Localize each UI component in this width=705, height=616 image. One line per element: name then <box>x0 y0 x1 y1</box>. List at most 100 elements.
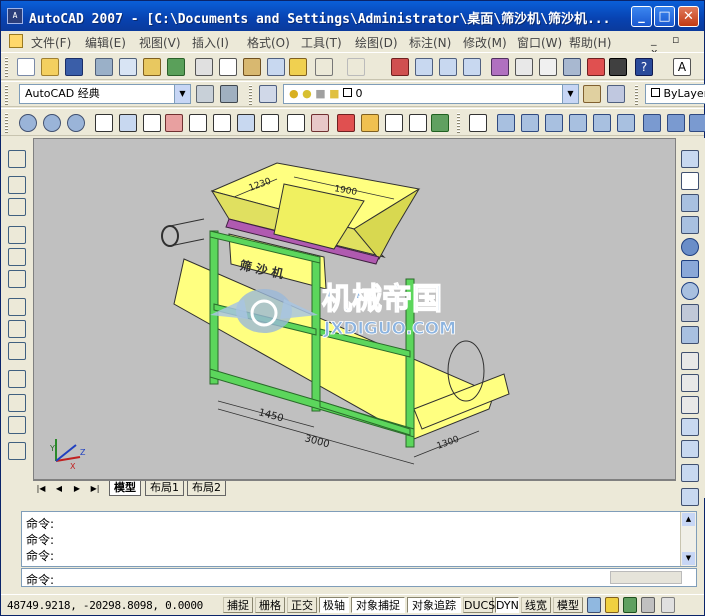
pan-icon[interactable] <box>391 58 409 76</box>
loft-solid-icon[interactable] <box>681 440 699 458</box>
loft-icon[interactable] <box>361 114 379 132</box>
tab-model[interactable]: 模型 <box>109 481 141 496</box>
pyramid-icon[interactable] <box>681 304 699 322</box>
prev-tab-icon[interactable]: ◀ <box>53 483 65 495</box>
zoom-window-icon[interactable] <box>439 58 457 76</box>
free-orbit-icon[interactable] <box>43 114 61 132</box>
box-solid-icon[interactable] <box>681 150 699 168</box>
insert-block-icon[interactable] <box>8 370 26 388</box>
redo-icon[interactable] <box>347 58 365 76</box>
sweep-solid-icon[interactable] <box>681 396 699 414</box>
scroll-up-icon[interactable]: ▲ <box>682 513 695 526</box>
make-current-layer-icon[interactable] <box>583 85 601 103</box>
model-toggle[interactable]: 模型 <box>553 597 583 613</box>
planar-surface-icon[interactable] <box>681 326 699 344</box>
design-center-icon[interactable] <box>515 58 533 76</box>
rectangle-icon[interactable] <box>8 248 26 266</box>
snap-toggle[interactable]: 捕捉 <box>223 597 253 613</box>
osnap-toggle[interactable]: 对象捕捉 <box>351 597 405 613</box>
sun-icon[interactable]: ● <box>302 87 312 100</box>
lineweight-toggle[interactable]: 线宽 <box>521 597 551 613</box>
cube-icon[interactable] <box>681 172 699 190</box>
open-file-icon[interactable] <box>41 58 59 76</box>
sphere-tool-icon[interactable] <box>165 114 183 132</box>
tray-settings-icon[interactable] <box>623 597 637 613</box>
properties-icon[interactable] <box>491 58 509 76</box>
layer-properties-icon[interactable] <box>259 85 277 103</box>
intersect-icon[interactable] <box>431 114 449 132</box>
calculator-icon[interactable] <box>609 58 627 76</box>
line-icon[interactable] <box>8 150 26 168</box>
last-tab-icon[interactable]: ▶| <box>89 483 101 495</box>
workspace-settings-icon[interactable] <box>196 85 214 103</box>
layer-lock-icon[interactable]: ■ <box>315 87 325 100</box>
ne-isometric-icon[interactable] <box>689 114 705 132</box>
clean-screen-icon[interactable] <box>641 597 655 613</box>
wedge-tool-icon[interactable] <box>119 114 137 132</box>
right-view-icon[interactable] <box>569 114 587 132</box>
markup-icon[interactable] <box>587 58 605 76</box>
menu-modify[interactable]: 修改(M) <box>463 34 507 51</box>
workspace-save-icon[interactable] <box>220 85 238 103</box>
tool-palettes-icon[interactable] <box>539 58 557 76</box>
command-history[interactable]: 命令: 命令: 命令: ▲ ▼ <box>21 511 697 567</box>
command-horizontal-scrollbar[interactable] <box>610 571 682 584</box>
back-view-icon[interactable] <box>617 114 635 132</box>
menu-view[interactable]: 视图(V) <box>139 34 181 51</box>
cylinder-icon[interactable] <box>681 260 699 278</box>
copy-icon[interactable] <box>219 58 237 76</box>
color-select[interactable]: ByLayer <box>645 84 705 104</box>
extrude-icon[interactable] <box>287 114 305 132</box>
workspace-select[interactable]: AutoCAD 经典 ▼ <box>19 84 191 104</box>
cut-icon[interactable] <box>195 58 213 76</box>
se-isometric-icon[interactable] <box>667 114 685 132</box>
maximize-button[interactable]: □ <box>654 6 675 27</box>
sw-isometric-icon[interactable] <box>643 114 661 132</box>
toolbar-grip[interactable] <box>5 57 8 77</box>
ducs-toggle[interactable]: DUCS <box>463 597 495 613</box>
menu-dimension[interactable]: 标注(N) <box>409 34 451 51</box>
minimize-button[interactable]: _ <box>631 6 652 27</box>
status-menu-icon[interactable] <box>661 597 675 613</box>
3d-dwf-icon[interactable] <box>167 58 185 76</box>
torus-tool-icon[interactable] <box>213 114 231 132</box>
ucs-icon[interactable] <box>469 114 487 132</box>
sweep-icon[interactable] <box>337 114 355 132</box>
chevron-down-icon[interactable]: ▼ <box>562 85 578 103</box>
cone-tool-icon[interactable] <box>143 114 161 132</box>
paste-icon[interactable] <box>243 58 261 76</box>
otrack-toggle[interactable]: 对象追踪 <box>407 597 461 613</box>
left-view-icon[interactable] <box>545 114 563 132</box>
lightbulb-icon[interactable]: ● <box>289 87 299 100</box>
block-editor-icon[interactable] <box>289 58 307 76</box>
box-tool-icon[interactable] <box>95 114 113 132</box>
make-block-icon[interactable] <box>8 394 26 412</box>
menu-file[interactable]: 文件(F) <box>31 34 71 51</box>
undo-icon[interactable] <box>315 58 333 76</box>
point-icon[interactable] <box>8 416 26 434</box>
toolbar-grip[interactable] <box>249 85 252 105</box>
hatch-icon[interactable] <box>8 442 26 460</box>
toolbar-grip[interactable] <box>635 85 638 105</box>
grid-toggle[interactable]: 栅格 <box>255 597 285 613</box>
ortho-toggle[interactable]: 正交 <box>287 597 317 613</box>
command-input[interactable]: 命令: <box>21 568 697 587</box>
toolbar-grip[interactable] <box>457 113 460 133</box>
text-style-icon[interactable]: A <box>673 58 691 76</box>
slice-icon[interactable] <box>681 464 699 482</box>
subtract-icon[interactable] <box>409 114 427 132</box>
communication-center-icon[interactable] <box>587 597 601 613</box>
torus-icon[interactable] <box>681 282 699 300</box>
new-file-icon[interactable] <box>17 58 35 76</box>
tab-layout1[interactable]: 布局1 <box>145 481 184 496</box>
pyramid-tool-icon[interactable] <box>237 114 255 132</box>
zoom-previous-icon[interactable] <box>463 58 481 76</box>
polygon-icon[interactable] <box>8 226 26 244</box>
drawing-area[interactable]: 1230 1900 1450 3000 1300 筛 沙 机 机械帝国 JXDI… <box>33 138 676 480</box>
first-tab-icon[interactable]: |◀ <box>35 483 47 495</box>
menu-window[interactable]: 窗口(W) <box>517 34 562 51</box>
revolve-solid-icon[interactable] <box>681 418 699 436</box>
3d-move-icon[interactable] <box>681 488 699 506</box>
sphere-icon[interactable] <box>681 238 699 256</box>
front-view-icon[interactable] <box>593 114 611 132</box>
